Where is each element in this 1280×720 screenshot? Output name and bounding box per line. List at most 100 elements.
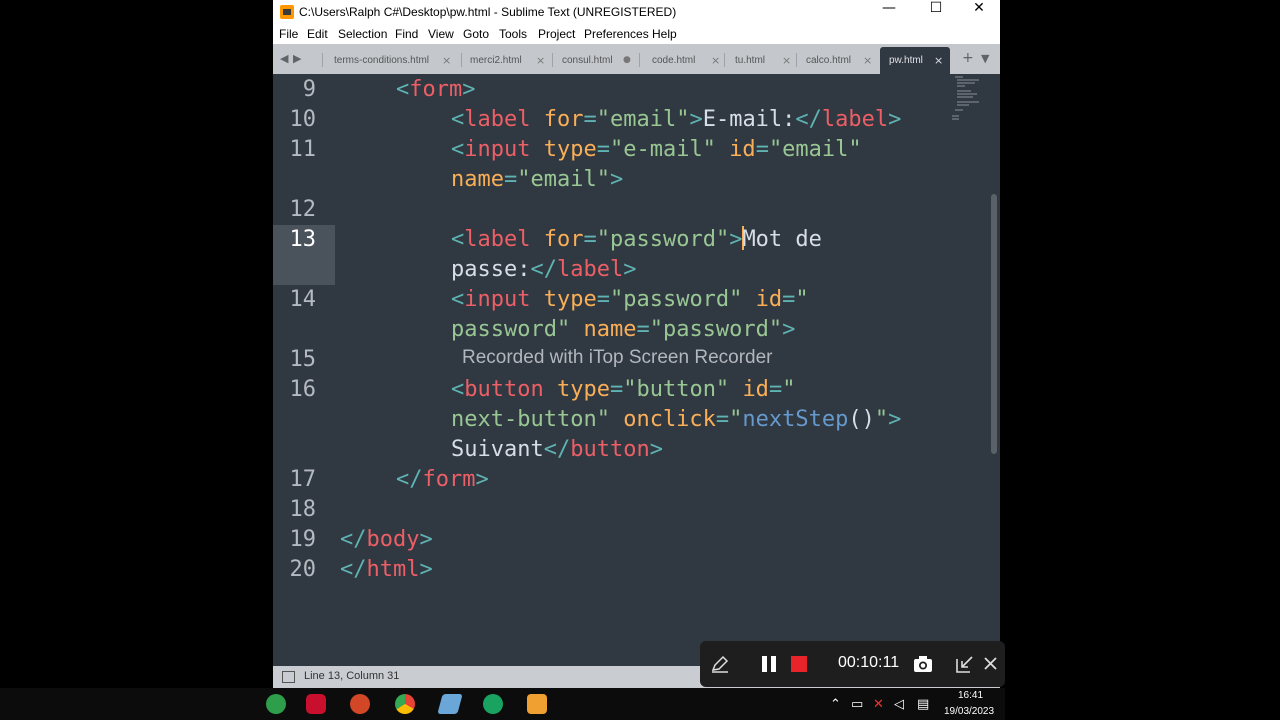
menu-view[interactable]: View <box>428 27 454 41</box>
line-number: 9 <box>302 77 316 102</box>
code-line-13: <label for="password">Mot de <box>451 226 822 252</box>
tab-terms-conditions[interactable]: terms-conditions.html × <box>334 47 462 74</box>
tab-separator <box>322 53 323 67</box>
tab-separator <box>724 53 725 67</box>
tab-label: merci2.html <box>470 55 522 66</box>
tab-back-icon[interactable]: ◀ <box>280 52 288 65</box>
network-app-icon[interactable] <box>483 694 503 714</box>
tab-close-icon[interactable]: × <box>536 54 545 67</box>
sublime-window: C:\Users\Ralph C#\Desktop\pw.html - Subl… <box>273 0 1000 688</box>
menu-bar: File Edit Selection Find View Goto Tools… <box>273 24 1000 44</box>
screen-recorder-toolbar: 00:10:11 <box>700 641 1005 687</box>
powerpoint-icon[interactable] <box>350 694 370 714</box>
tab-label: terms-conditions.html <box>334 55 430 66</box>
menu-find[interactable]: Find <box>395 27 418 41</box>
taskbar-clock-date[interactable]: 19/03/2023 <box>944 706 994 717</box>
code-line-11: <input type="e-mail" id="email" <box>451 137 862 162</box>
code-line-19: </body> <box>340 527 433 552</box>
tab-consul[interactable]: consul.html ● <box>562 47 634 74</box>
stop-icon[interactable] <box>790 655 808 673</box>
line-number: 20 <box>289 557 317 582</box>
close-icon[interactable]: ✕ <box>957 0 1000 24</box>
panel-toggle-icon[interactable] <box>282 671 295 683</box>
recorder-app-icon[interactable] <box>306 694 326 714</box>
code-line-20: </html> <box>340 557 433 582</box>
menu-edit[interactable]: Edit <box>307 27 328 41</box>
tab-pw-active[interactable]: pw.html × <box>880 47 950 74</box>
menu-project[interactable]: Project <box>538 27 575 41</box>
sublime-app-icon <box>280 5 294 19</box>
tray-battery-icon[interactable]: ✕ <box>873 697 884 712</box>
tab-label: consul.html <box>562 55 613 66</box>
line-number: 18 <box>289 497 317 522</box>
menu-goto[interactable]: Goto <box>463 27 489 41</box>
tab-label: pw.html <box>889 55 923 66</box>
line-number: 12 <box>289 197 317 222</box>
line-number: 11 <box>289 137 317 162</box>
tab-close-icon[interactable]: × <box>442 54 451 67</box>
tab-tu[interactable]: tu.html × <box>735 47 793 74</box>
tab-dropdown-icon[interactable]: ▼ <box>981 52 989 65</box>
tab-close-icon[interactable]: × <box>863 54 872 67</box>
tab-unsaved-dot-icon[interactable]: ● <box>623 55 631 65</box>
pause-icon[interactable] <box>760 655 778 673</box>
notepad-icon[interactable] <box>437 694 463 714</box>
line-number: 10 <box>289 107 317 132</box>
tab-separator <box>639 53 640 67</box>
recorder-watermark: Recorded with iTop Screen Recorder <box>462 347 773 368</box>
recording-timer: 00:10:11 <box>838 654 900 671</box>
tray-chevron-icon[interactable]: ⌃ <box>830 697 841 712</box>
taskbar-clock-time[interactable]: 16:41 <box>958 690 983 701</box>
tab-label: calco.html <box>806 55 852 66</box>
tray-notification-icon[interactable]: ▤ <box>917 697 929 712</box>
code-line-14: <input type="password" id=" <box>451 287 809 312</box>
code-editor[interactable]: 9 10 11 12 13 14 15 16 17 18 19 20 <form… <box>273 74 1000 666</box>
menu-preferences[interactable]: Preferences <box>584 27 649 41</box>
tab-calco[interactable]: calco.html × <box>806 47 876 74</box>
close-recorder-icon[interactable] <box>983 656 998 671</box>
camera-icon[interactable] <box>913 655 933 673</box>
maximize-icon[interactable]: ☐ <box>914 0 958 24</box>
line-number-current: 13 <box>289 227 317 252</box>
tab-close-icon[interactable]: × <box>782 54 791 67</box>
tab-code[interactable]: code.html × <box>652 47 728 74</box>
menu-help[interactable]: Help <box>652 27 677 41</box>
media-player-icon[interactable] <box>527 694 547 714</box>
tray-volume-icon[interactable]: ◁ <box>894 697 904 712</box>
chrome-icon[interactable] <box>395 694 415 714</box>
tab-separator <box>552 53 553 67</box>
title-bar[interactable]: C:\Users\Ralph C#\Desktop\pw.html - Subl… <box>273 0 1000 24</box>
pen-icon[interactable] <box>710 654 730 674</box>
vertical-scrollbar[interactable] <box>991 194 997 454</box>
line-number: 16 <box>289 377 317 402</box>
tray-network-icon[interactable]: ▭ <box>851 697 863 712</box>
menu-selection[interactable]: Selection <box>338 27 387 41</box>
tab-label: tu.html <box>735 55 766 66</box>
minimize-icon[interactable]: — <box>867 0 911 24</box>
code-line-16-wrap2: Suivant</button> <box>451 437 663 462</box>
code-line-16-wrap: next-button" onclick="nextStep()"> <box>451 407 902 432</box>
new-tab-icon[interactable]: + <box>962 50 974 66</box>
line-number: 19 <box>289 527 317 552</box>
minimize-recorder-icon[interactable] <box>956 655 974 673</box>
tab-close-icon[interactable]: × <box>934 54 943 67</box>
code-line-17: </form> <box>396 467 489 492</box>
menu-tools[interactable]: Tools <box>499 27 527 41</box>
menu-file[interactable]: File <box>279 27 298 41</box>
minimap[interactable] <box>949 74 987 124</box>
tab-close-icon[interactable]: × <box>711 54 720 67</box>
tab-forward-icon[interactable]: ▶ <box>293 52 301 65</box>
tab-merci2[interactable]: merci2.html × <box>470 47 554 74</box>
line-number: 14 <box>289 287 317 312</box>
tab-separator <box>796 53 797 67</box>
tab-bar: ◀ ▶ terms-conditions.html × merci2.html … <box>273 44 1000 74</box>
code-line-13-wrap: passe:</label> <box>451 257 637 282</box>
window-title: C:\Users\Ralph C#\Desktop\pw.html - Subl… <box>299 5 677 19</box>
code-line-11-wrap: name="email"> <box>451 167 624 192</box>
code-line-10: <label for="email">E-mail:</label> <box>451 107 902 132</box>
cursor-position: Line 13, Column 31 <box>304 670 400 682</box>
tab-separator <box>461 53 462 67</box>
line-number: 17 <box>289 467 317 492</box>
line-number: 15 <box>289 347 317 372</box>
app-green-icon[interactable] <box>266 694 286 714</box>
